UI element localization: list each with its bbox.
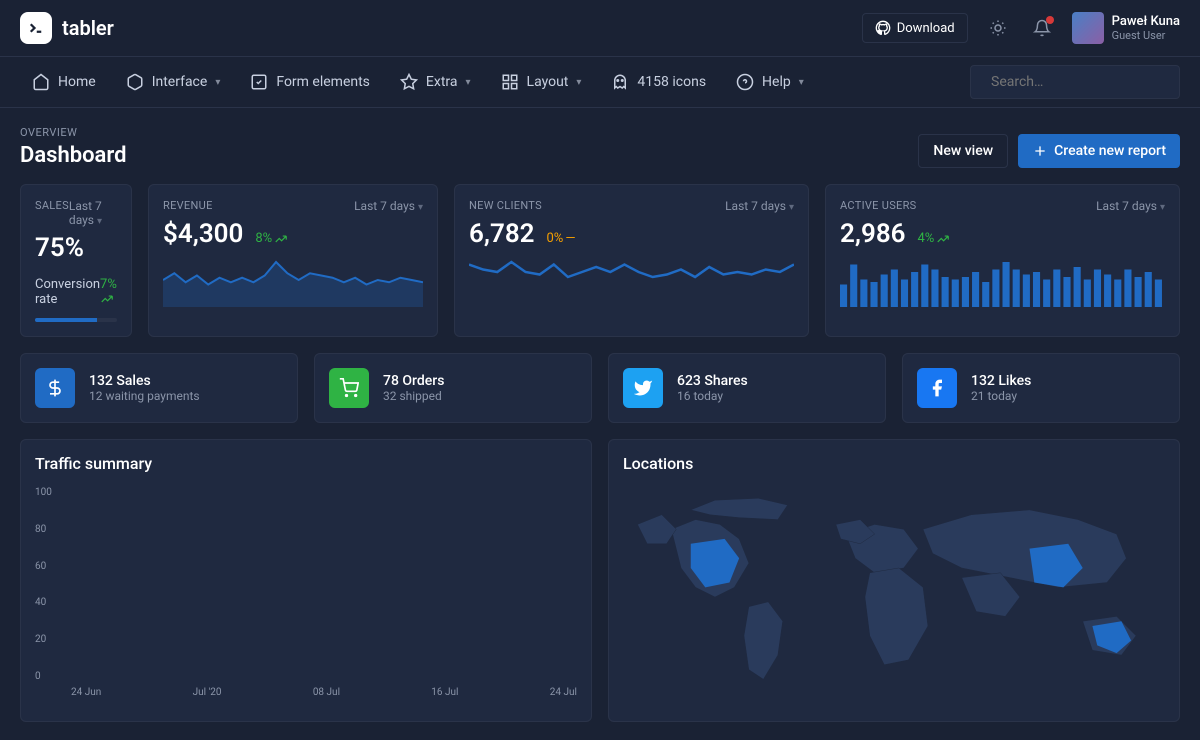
stat-sub: 12 waiting payments [89, 389, 200, 403]
ghost-icon [611, 73, 629, 91]
stat-sub: 16 today [677, 389, 748, 403]
page-header: OVERVIEW Dashboard New view Create new r… [20, 126, 1180, 168]
trend-up-icon [274, 232, 288, 246]
kpi-revenue-card: REVENUE Last 7 days ▾ $4,300 8% [148, 184, 438, 337]
chart-title: Traffic summary [35, 454, 577, 473]
traffic-summary-card: Traffic summary 100806040200 24 JunJul '… [20, 439, 592, 722]
checkbox-icon [250, 73, 268, 91]
stat-title: 132 Likes [971, 373, 1031, 389]
world-map [623, 487, 1165, 707]
twitter-icon [623, 368, 663, 408]
package-icon [126, 73, 144, 91]
period-select[interactable]: Last 7 days ▾ [725, 199, 794, 213]
nav-form-elements[interactable]: Form elements [238, 65, 382, 99]
kpi-change: 4% [918, 231, 951, 246]
sun-icon [989, 19, 1007, 37]
stat-title: 623 Shares [677, 373, 748, 389]
stat-sub: 32 shipped [383, 389, 444, 403]
help-icon [736, 73, 754, 91]
stat-title: 78 Orders [383, 373, 444, 389]
kpi-sales-card: SALES Last 7 days ▾ 75% Conversion rate … [20, 184, 132, 337]
github-icon [875, 20, 891, 36]
nav-help[interactable]: Help▾ [724, 65, 816, 99]
nav-icons[interactable]: 4158 icons [599, 65, 718, 99]
page-title: Dashboard [20, 143, 126, 168]
user-name: Paweł Kuna [1112, 14, 1180, 30]
notifications-button[interactable] [1028, 14, 1056, 42]
kpi-label: NEW CLIENTS [469, 199, 542, 212]
revenue-sparkline [163, 257, 423, 307]
chevron-down-icon: ▾ [799, 77, 804, 88]
chart-title: Locations [623, 454, 1165, 473]
page-overline: OVERVIEW [20, 126, 126, 139]
theme-toggle[interactable] [984, 14, 1012, 42]
plus-icon [1032, 143, 1048, 159]
new-view-button[interactable]: New view [918, 134, 1008, 168]
avatar [1072, 12, 1104, 44]
kpi-value: 2,986 [840, 219, 906, 249]
kpi-change: 8% [255, 231, 288, 246]
notification-dot [1046, 16, 1054, 24]
kpi-clients-card: NEW CLIENTS Last 7 days ▾ 6,782 0% — [454, 184, 809, 337]
create-report-button[interactable]: Create new report [1018, 134, 1180, 168]
kpi-value: 75% [35, 233, 84, 263]
kpi-label: ACTIVE USERS [840, 199, 917, 212]
trend-up-icon [100, 292, 114, 306]
chevron-down-icon: ▾ [576, 77, 581, 88]
chevron-down-icon: ▾ [215, 77, 220, 88]
kpi-change: 0% — [547, 231, 576, 246]
layout-icon [501, 73, 519, 91]
period-select[interactable]: Last 7 days ▾ [354, 199, 423, 213]
logo-icon [20, 12, 52, 44]
navbar: Home Interface▾ Form elements Extra▾ Lay… [0, 57, 1200, 108]
topbar: tabler Download Paweł Kuna Guest User [0, 0, 1200, 57]
locations-card: Locations [608, 439, 1180, 722]
chevron-down-icon: ▾ [466, 77, 471, 88]
search-box[interactable] [970, 65, 1180, 99]
conversion-label: Conversion rate [35, 277, 100, 310]
nav-layout[interactable]: Layout▾ [489, 65, 594, 99]
search-input[interactable] [991, 74, 1169, 90]
trend-up-icon [936, 232, 950, 246]
user-menu[interactable]: Paweł Kuna Guest User [1072, 12, 1180, 44]
progress-bar [35, 318, 117, 322]
traffic-chart: 100806040200 24 JunJul '2008 Jul16 Jul24… [35, 487, 577, 707]
stat-title: 132 Sales [89, 373, 200, 389]
stat-orders-card[interactable]: 78 Orders32 shipped [314, 353, 592, 423]
user-role: Guest User [1112, 29, 1180, 42]
content: OVERVIEW Dashboard New view Create new r… [0, 108, 1200, 740]
nav-extra[interactable]: Extra▾ [388, 65, 483, 99]
currency-icon [35, 368, 75, 408]
kpi-value: $4,300 [163, 219, 243, 249]
facebook-icon [917, 368, 957, 408]
kpi-label: REVENUE [163, 199, 213, 212]
stat-sales-card[interactable]: 132 Sales12 waiting payments [20, 353, 298, 423]
stat-shares-card[interactable]: 623 Shares16 today [608, 353, 886, 423]
brand-name: tabler [62, 16, 114, 40]
download-button[interactable]: Download [862, 13, 968, 43]
star-icon [400, 73, 418, 91]
clients-sparkline [469, 257, 794, 307]
nav-home[interactable]: Home [20, 65, 108, 99]
nav-interface[interactable]: Interface▾ [114, 65, 233, 99]
logo[interactable]: tabler [20, 12, 114, 44]
period-select[interactable]: Last 7 days ▾ [1096, 199, 1165, 213]
cart-icon [329, 368, 369, 408]
kpi-value: 6,782 [469, 219, 535, 249]
kpi-label: SALES [35, 199, 69, 212]
stat-likes-card[interactable]: 132 Likes21 today [902, 353, 1180, 423]
home-icon [32, 73, 50, 91]
conversion-value: 7% [100, 277, 117, 310]
period-select[interactable]: Last 7 days ▾ [69, 199, 117, 227]
download-label: Download [897, 21, 955, 36]
active-sparkline [840, 257, 1165, 307]
kpi-active-card: ACTIVE USERS Last 7 days ▾ 2,986 4% [825, 184, 1180, 337]
stat-sub: 21 today [971, 389, 1031, 403]
